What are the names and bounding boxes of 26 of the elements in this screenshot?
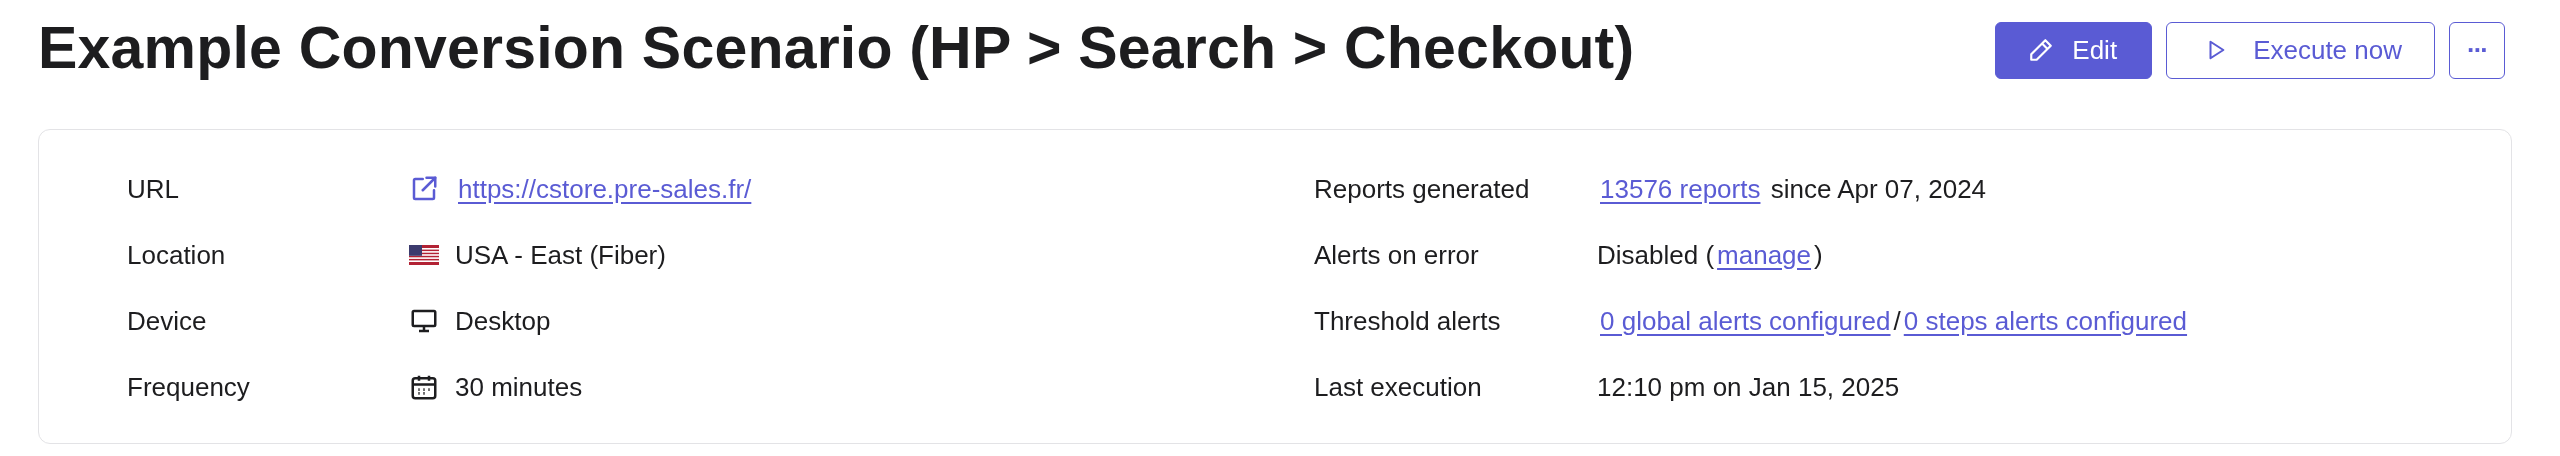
- flag-icon: [409, 245, 439, 265]
- execute-now-button[interactable]: Execute now: [2166, 21, 2435, 79]
- field-label: Threshold alerts: [1314, 305, 1501, 337]
- field-label: Frequency: [127, 371, 250, 403]
- field-value: 13576 reports since Apr 07, 2024: [1599, 173, 1987, 205]
- text-link[interactable]: 13576 reports: [1600, 173, 1761, 204]
- text-link[interactable]: 0 steps alerts configured: [1903, 305, 2188, 336]
- field-label: Last execution: [1314, 371, 1482, 403]
- field-label: Alerts on error: [1314, 239, 1479, 271]
- more-options-button[interactable]: ···: [2449, 21, 2505, 79]
- field-label: Device: [127, 305, 207, 337]
- field-value: 30 minutes: [455, 371, 583, 403]
- text-link[interactable]: 0 global alerts configured: [1600, 305, 1891, 336]
- field-value: Desktop: [455, 305, 551, 337]
- field-label: URL: [127, 173, 179, 205]
- text-link[interactable]: https://cstore.pre-sales.fr/: [458, 173, 752, 204]
- field-value: 0 global alerts configured/0 steps alerts configured: [1599, 305, 2189, 337]
- pencil-icon: [2028, 37, 2055, 63]
- field-value: 12:10 pm on Jan 15, 2025: [1597, 371, 1900, 403]
- field-value: Disabled (manage): [1597, 239, 1823, 271]
- field-label: Location: [127, 239, 226, 271]
- field-label: Reports generated: [1314, 173, 1530, 205]
- text-link[interactable]: manage: [1717, 239, 1812, 270]
- edit-button[interactable]: Edit: [1995, 21, 2153, 79]
- field-value: USA - East (Fiber): [455, 239, 666, 271]
- page-title: Example Conversion Scenario (HP > Search > Checkout): [38, 14, 1635, 83]
